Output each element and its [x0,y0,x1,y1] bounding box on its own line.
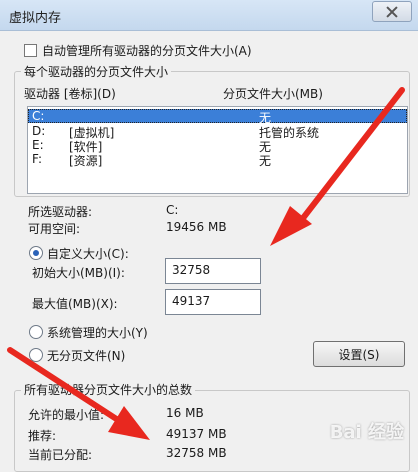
arrow-lower [7,347,150,440]
annotation-arrows [7,87,405,440]
watermark-logo: Bai 经验 [329,422,404,443]
arrow-upper [270,87,405,246]
